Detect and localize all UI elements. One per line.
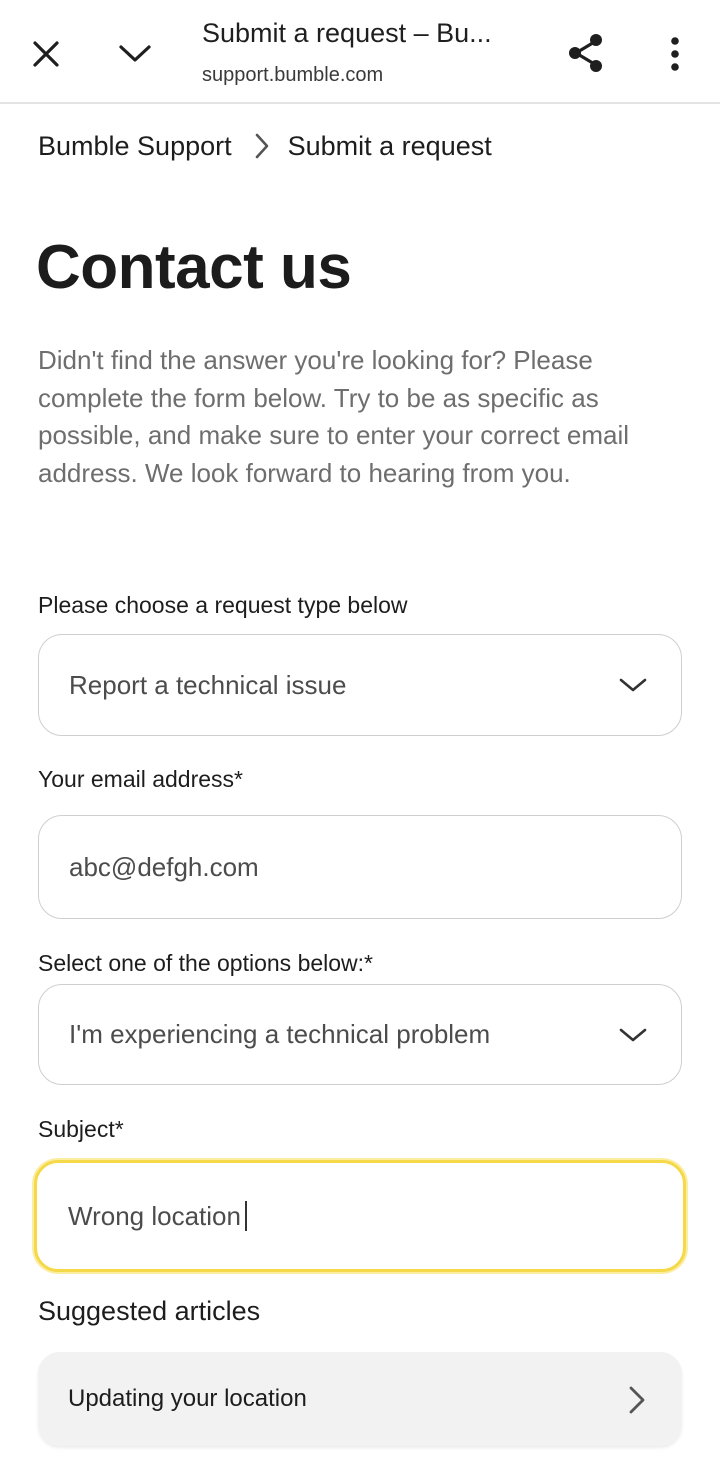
text-caret <box>244 1201 247 1231</box>
chevron-down-icon[interactable] <box>114 34 156 74</box>
close-icon[interactable] <box>26 34 66 74</box>
email-value: abc@defgh.com <box>69 851 259 882</box>
tab-title[interactable]: Submit a request – Bu... <box>202 18 532 49</box>
option-value: I'm experiencing a technical problem <box>69 1019 491 1049</box>
intro-text: Didn't find the answer you're looking fo… <box>38 345 630 488</box>
share-icon[interactable] <box>564 30 608 76</box>
more-vert-icon[interactable] <box>660 32 690 76</box>
email-label: Your email address* <box>38 766 243 792</box>
request-type-value: Report a technical issue <box>69 669 347 700</box>
chevron-down-icon <box>619 1027 647 1048</box>
breadcrumb: Bumble Support Submit a request <box>38 124 492 168</box>
url-text[interactable]: support.bumble.com <box>202 64 383 87</box>
chevron-right-icon <box>628 1385 646 1420</box>
article-label: Updating your location <box>68 1385 307 1412</box>
suggested-article-updating-location[interactable]: Updating your location <box>38 1352 682 1446</box>
option-select[interactable]: I'm experiencing a technical problem <box>38 984 682 1085</box>
request-type-select[interactable]: Report a technical issue <box>38 634 682 736</box>
chevron-down-icon <box>619 677 647 698</box>
page-title: Contact us <box>36 233 352 302</box>
suggested-articles-title: Suggested articles <box>38 1296 261 1326</box>
breadcrumb-item-bumble-support[interactable]: Bumble Support <box>38 131 232 162</box>
subject-input[interactable]: Wrong location <box>34 1160 686 1272</box>
breadcrumb-item-submit-request[interactable]: Submit a request <box>288 131 492 162</box>
chevron-right-icon <box>254 132 270 160</box>
subject-value: Wrong location <box>68 1200 241 1231</box>
browser-toolbar: Submit a request – Bu... support.bumble.… <box>0 0 720 104</box>
option-label: Select one of the options below:* <box>38 950 374 976</box>
subject-label: Subject* <box>38 1116 124 1142</box>
request-type-label: Please choose a request type below <box>38 592 408 618</box>
email-field[interactable]: abc@defgh.com <box>38 815 682 919</box>
